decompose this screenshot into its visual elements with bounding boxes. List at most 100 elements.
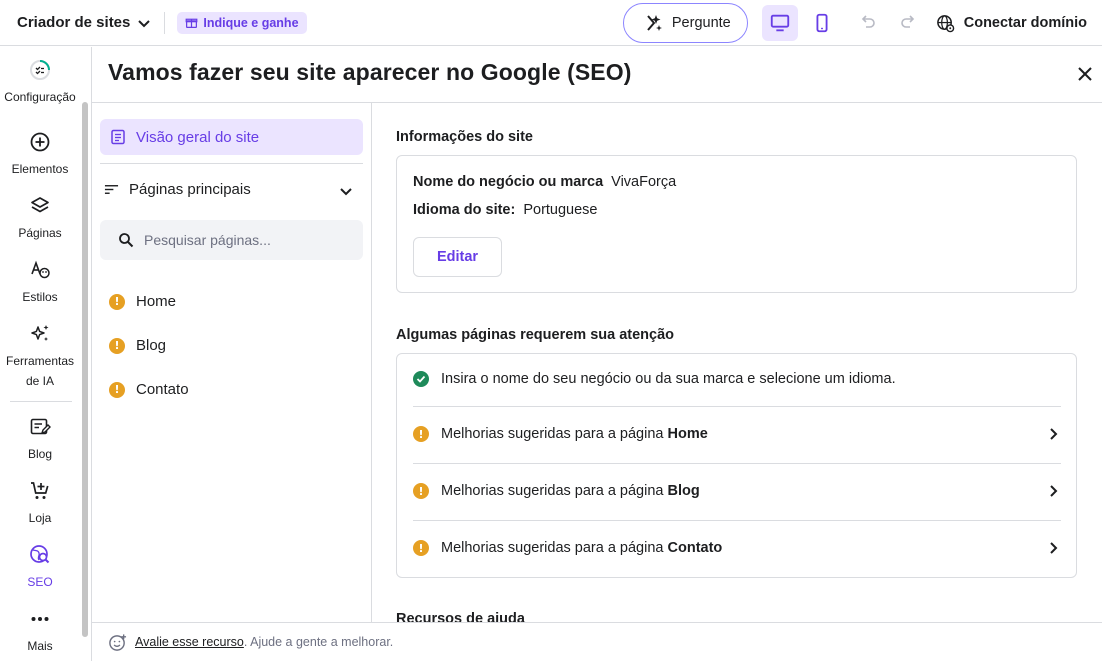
seo-nav: Visão geral do site Páginas principais !… — [92, 103, 372, 622]
close-button[interactable] — [1074, 63, 1096, 85]
suggestion-prefix: Melhorias sugeridas para a página — [441, 540, 664, 556]
mobile-view-button[interactable] — [804, 5, 840, 41]
redo-icon — [900, 15, 914, 28]
rail-label: Ferramentas de IA — [5, 354, 75, 388]
warning-icon: ! — [109, 337, 125, 354]
main-pages-toggle[interactable]: Páginas principais — [104, 181, 352, 198]
top-bar: Criador de sites Indique e ganhe Pergunt… — [0, 0, 1102, 46]
rail-item-styles[interactable]: Estilos — [0, 259, 80, 307]
search-input[interactable] — [144, 232, 289, 248]
ask-ai-button[interactable]: Pergunte — [622, 3, 748, 43]
left-rail: Configuração Elementos Páginas Estilos F… — [0, 47, 88, 661]
refer-label: Indique e ganhe — [203, 15, 299, 30]
chevron-right-icon — [1050, 428, 1058, 440]
site-info-title: Informações do site — [396, 129, 533, 145]
rail-item-seo[interactable]: SEO — [0, 544, 80, 592]
refer-earn-button[interactable]: Indique e ganhe — [177, 11, 307, 34]
nav-page-label: Contato — [136, 381, 189, 398]
suggestion-prefix: Melhorias sugeridas para a página — [441, 426, 664, 442]
suggestion-row-blog[interactable]: ! Melhorias sugeridas para a página Blog — [413, 483, 1061, 499]
blog-edit-icon — [30, 418, 51, 435]
website-builder-menu[interactable]: Criador de sites — [17, 14, 152, 31]
suggestion-page: Contato — [667, 540, 723, 556]
rail-label: Estilos — [22, 290, 58, 304]
suggestion-text: Melhorias sugeridas para a página Home — [441, 426, 708, 442]
rail-item-blog[interactable]: Blog — [0, 416, 80, 464]
attention-divider — [413, 520, 1061, 521]
more-dots-icon — [31, 617, 49, 621]
chevron-right-icon — [1050, 485, 1058, 497]
gift-icon — [185, 18, 198, 28]
ask-label: Pergunte — [671, 15, 731, 31]
page-search — [100, 220, 363, 260]
panel-title: Vamos fazer seu site aparecer no Google … — [108, 59, 632, 85]
suggestion-page: Blog — [667, 483, 700, 499]
attention-card: Insira o nome do seu negócio ou da sua m… — [396, 353, 1077, 578]
nav-page-item[interactable]: ! Home — [109, 293, 176, 310]
rail-item-more[interactable]: Mais — [0, 608, 80, 656]
suggestion-page: Home — [667, 426, 708, 442]
warning-icon: ! — [413, 540, 429, 556]
suggestion-row-home[interactable]: ! Melhorias sugeridas para a página Home — [413, 426, 1061, 442]
nav-overview-label: Visão geral do site — [136, 128, 260, 146]
rail-item-pages[interactable]: Páginas — [0, 195, 80, 243]
nav-page-item[interactable]: ! Blog — [109, 337, 166, 354]
connect-label: Conectar domínio — [963, 15, 1087, 31]
rail-item-store[interactable]: Loja — [0, 480, 80, 528]
rail-item-ai-tools[interactable]: Ferramentas de IA — [0, 323, 80, 391]
rail-item-elements[interactable]: Elementos — [0, 131, 80, 179]
suggestion-prefix: Melhorias sugeridas para a página — [441, 483, 664, 499]
warning-icon: ! — [413, 483, 429, 499]
undo-button[interactable] — [850, 5, 886, 41]
seo-content: Informações do site Nome do negócio ou m… — [373, 103, 1102, 622]
warning-icon: ! — [109, 293, 125, 310]
site-info-card: Nome do negócio ou marca VivaForça Idioma… — [396, 155, 1077, 293]
feedback-suffix: . Ajude a gente a melhorar. — [243, 635, 394, 649]
nav-site-overview[interactable]: Visão geral do site — [100, 119, 363, 155]
feedback-text: Avalie esse recurso. Ajude a gente a mel… — [135, 635, 393, 649]
attention-title: Algumas páginas requerem sua atenção — [396, 327, 675, 343]
business-name-label: Nome do negócio ou marca — [413, 174, 604, 190]
checklist-progress-icon — [30, 60, 50, 80]
connect-domain-button[interactable]: Conectar domínio — [936, 14, 1087, 33]
warning-icon: ! — [413, 426, 429, 442]
nav-page-label: Blog — [136, 337, 167, 354]
attention-divider — [413, 463, 1061, 464]
attention-divider — [413, 406, 1061, 407]
rail-label: SEO — [27, 575, 53, 589]
feedback-footer: Avalie esse recurso. Ajude a gente a mel… — [92, 622, 1102, 661]
rail-item-settings[interactable]: Configuração — [0, 59, 80, 107]
check-circle-icon — [413, 371, 429, 387]
chevron-down-icon — [138, 19, 151, 27]
rail-label: Configuração — [4, 90, 76, 104]
rate-feature-link[interactable]: Avalie esse recurso — [135, 635, 244, 649]
search-icon — [119, 233, 134, 248]
rail-divider — [10, 401, 72, 402]
rail-label: Elementos — [11, 162, 69, 176]
divider — [164, 11, 166, 34]
redo-button[interactable] — [890, 5, 926, 41]
rail-label: Loja — [28, 511, 52, 525]
site-language-row: Idioma do site: Portuguese — [413, 202, 598, 218]
ai-sparkles-icon — [31, 325, 49, 341]
desktop-icon — [770, 14, 789, 32]
suggestion-row-contact[interactable]: ! Melhorias sugeridas para a página Cont… — [413, 540, 1061, 556]
chevron-right-icon — [1050, 542, 1058, 554]
site-language-label: Idioma do site: — [413, 202, 516, 218]
rail-label: Mais — [27, 639, 53, 653]
desktop-view-button[interactable] — [761, 5, 798, 41]
palette-text-icon — [31, 260, 50, 279]
cart-add-icon — [31, 482, 49, 499]
nav-divider — [100, 163, 363, 164]
rail-scrollbar[interactable] — [82, 102, 88, 637]
site-language-value: Portuguese — [523, 202, 598, 218]
edit-button[interactable]: Editar — [413, 237, 502, 277]
nav-page-item[interactable]: ! Contato — [109, 381, 189, 398]
close-icon — [1078, 67, 1092, 81]
suggestion-text: Melhorias sugeridas para a página Blog — [441, 483, 700, 499]
chevron-down-icon — [340, 188, 352, 196]
rail-label: Blog — [27, 447, 53, 461]
completed-task-row: Insira o nome do seu negócio ou da sua m… — [413, 371, 1061, 387]
warning-icon: ! — [109, 381, 125, 398]
seo-globe-search-icon — [30, 545, 50, 564]
